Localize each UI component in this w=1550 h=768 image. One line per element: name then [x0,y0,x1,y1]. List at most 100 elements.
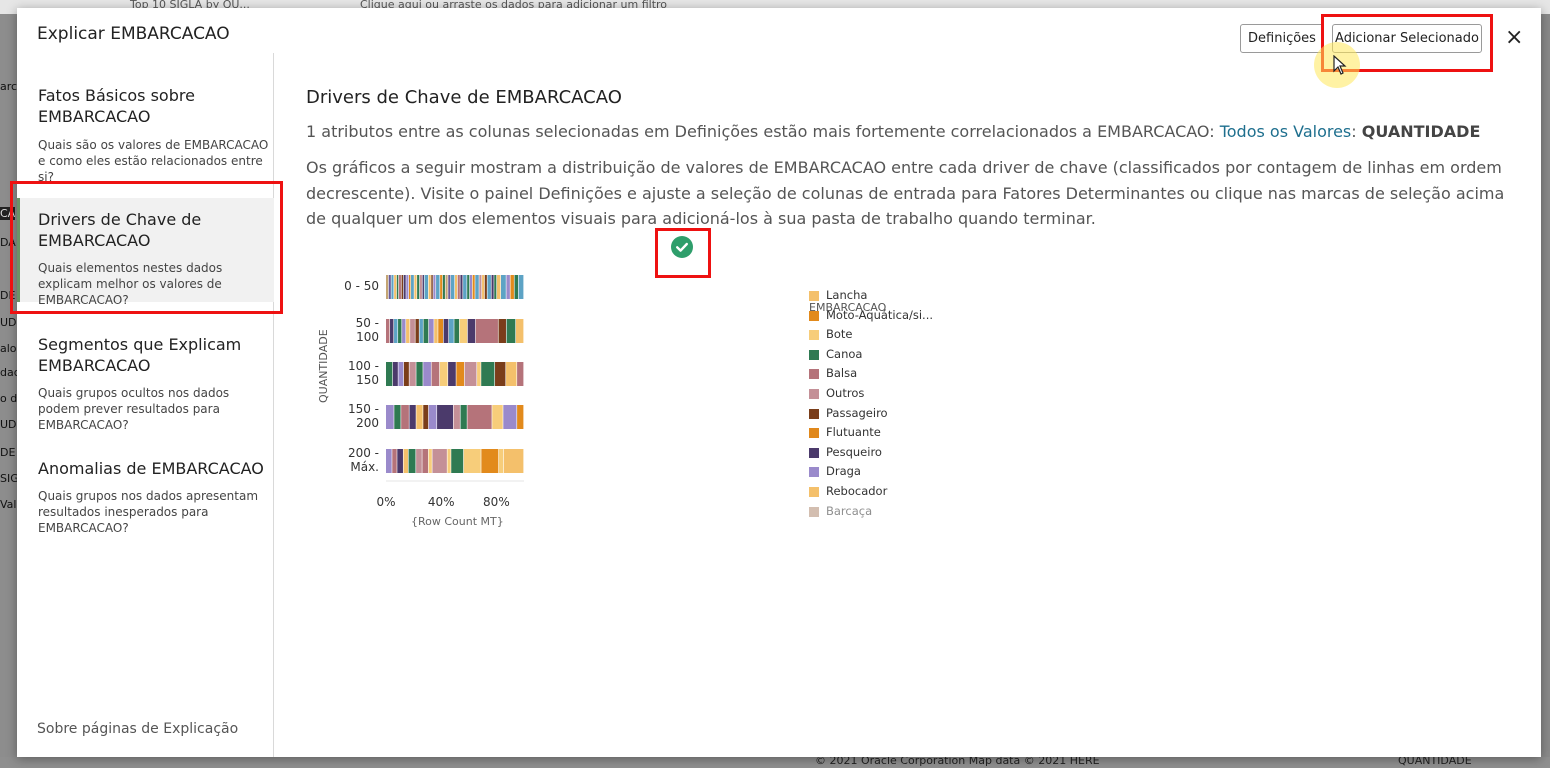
bar-segment[interactable] [498,319,506,343]
bar-segment[interactable] [423,319,429,343]
bar-segment[interactable] [494,275,497,299]
bar-segment[interactable] [481,449,499,473]
bar-segment[interactable] [414,275,417,299]
bar-segment[interactable] [409,275,411,299]
bar-segment[interactable] [392,449,397,473]
close-icon[interactable]: × [1505,27,1523,50]
bar-segment[interactable] [475,275,479,299]
bar-segment[interactable] [386,449,392,473]
bar-segment[interactable] [491,275,494,299]
bar-segment[interactable] [434,319,438,343]
add-selected-button[interactable]: Adicionar Selecionado [1332,24,1482,53]
bar-segment[interactable] [510,275,514,299]
bar-segment[interactable] [423,405,429,429]
bar-segment[interactable] [392,362,398,386]
bar-segment[interactable] [402,319,406,343]
bar-segment[interactable] [386,319,390,343]
bar-segment[interactable] [391,275,394,299]
bar-segment[interactable] [406,319,410,343]
bar-segment[interactable] [484,275,487,299]
about-explain-link[interactable]: Sobre páginas de Explicação [37,721,238,737]
bar-segment[interactable] [475,319,498,343]
bar-segment[interactable] [479,275,482,299]
bar-segment[interactable] [501,275,506,299]
bar-segment[interactable] [386,275,389,299]
bar-segment[interactable] [496,275,501,299]
bar-segment[interactable] [409,405,416,429]
bar-segment[interactable] [498,449,504,473]
bar-segment[interactable] [487,275,491,299]
bar-segment[interactable] [416,449,422,473]
bar-segment[interactable] [394,275,397,299]
bar-segment[interactable] [455,275,458,299]
bar-segment[interactable] [396,275,399,299]
sidebar-item-basic-facts[interactable]: Fatos Básicos sobre EMBARCACAO Quais são… [17,53,274,188]
bar-segment[interactable] [438,319,444,343]
bar-segment[interactable] [428,405,437,429]
bar-segment[interactable] [457,275,460,299]
bar-segment[interactable] [406,275,409,299]
bar-segment[interactable] [460,275,463,299]
bar-segment[interactable] [388,275,391,299]
bar-segment[interactable] [437,405,454,429]
bar-segment[interactable] [403,362,409,386]
bar-segment[interactable] [436,275,440,299]
bar-segment[interactable] [431,362,440,386]
bar-segment[interactable] [448,275,451,299]
bar-segment[interactable] [464,362,477,386]
bar-segment[interactable] [428,319,434,343]
bar-segment[interactable] [463,275,467,299]
sidebar-item-anomalies[interactable]: Anomalias de EMBARCACAO Quais grupos nos… [17,457,274,557]
bar-segment[interactable] [422,275,424,299]
bar-segment[interactable] [448,319,454,343]
bar-segment[interactable] [403,449,408,473]
bar-segment[interactable] [503,405,517,429]
bar-segment[interactable] [419,319,423,343]
bar-segment[interactable] [398,275,401,299]
bar-segment[interactable] [417,275,420,299]
bar-segment[interactable] [495,362,506,386]
bar-segment[interactable] [394,319,398,343]
bar-segment[interactable] [440,275,443,299]
bar-segment[interactable] [460,405,467,429]
bar-segment[interactable] [506,275,510,299]
bar-segment[interactable] [472,275,475,299]
bar-segment[interactable] [432,449,447,473]
bar-segment[interactable] [506,319,516,343]
bar-segment[interactable] [506,362,517,386]
bar-segment[interactable] [386,362,393,386]
bar-segment[interactable] [416,362,423,386]
bar-segment[interactable] [459,319,468,343]
bar-segment[interactable] [398,362,404,386]
bar-segment[interactable] [445,275,448,299]
bar-segment[interactable] [469,275,472,299]
bar-segment[interactable] [517,405,524,429]
bar-segment[interactable] [401,275,403,299]
bar-segment[interactable] [415,319,419,343]
bar-segment[interactable] [447,449,451,473]
bar-segment[interactable] [411,275,414,299]
bar-segment[interactable] [409,362,416,386]
bar-segment[interactable] [419,275,422,299]
bar-segment[interactable] [408,449,416,473]
sidebar-item-segments[interactable]: Segmentos que Explicam EMBARCACAO Quais … [17,323,274,433]
bar-segment[interactable] [422,449,429,473]
bar-segment[interactable] [450,275,455,299]
bar-segment[interactable] [431,275,433,299]
bar-segment[interactable] [456,362,465,386]
bar-segment[interactable] [518,275,524,299]
sidebar-item-key-drivers[interactable]: Drivers de Chave de EMBARCACAO Quais ele… [17,198,274,307]
bar-segment[interactable] [442,275,445,299]
bar-segment[interactable] [423,362,431,386]
bar-segment[interactable] [439,362,448,386]
bar-segment[interactable] [386,405,394,429]
bar-segment[interactable] [416,405,423,429]
bar-segment[interactable] [394,405,401,429]
bar-segment[interactable] [410,319,415,343]
bar-segment[interactable] [515,319,524,343]
bar-segment[interactable] [451,449,464,473]
bar-segment[interactable] [514,275,518,299]
bar-segment[interactable] [428,275,431,299]
bar-segment[interactable] [503,449,524,473]
bar-segment[interactable] [482,275,485,299]
